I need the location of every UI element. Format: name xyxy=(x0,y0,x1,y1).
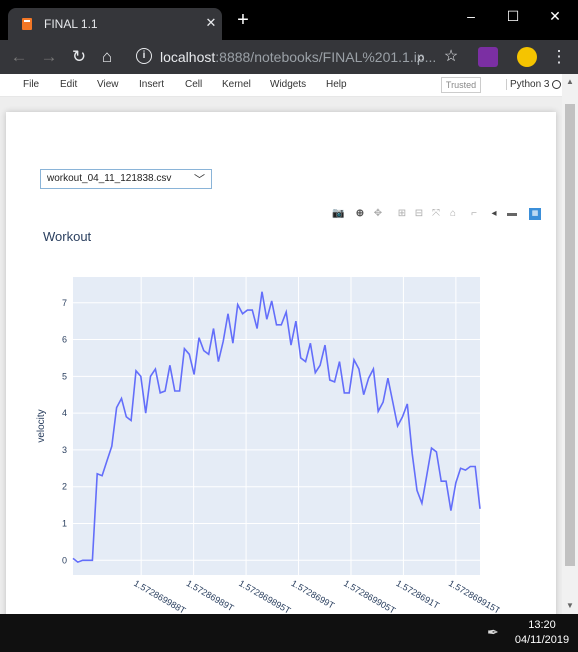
profile-avatar[interactable] xyxy=(517,47,537,67)
menu-dots-icon[interactable]: ⋮ xyxy=(548,46,570,68)
menu-insert[interactable]: Insert xyxy=(139,79,164,90)
home-icon[interactable]: ⌂ xyxy=(96,46,118,68)
tab-close-icon[interactable]: ✕ xyxy=(203,14,219,32)
camera-icon[interactable]: 📷 xyxy=(332,208,344,220)
forward-arrow-icon[interactable]: → xyxy=(38,46,60,68)
x-tick-label: 1.572869905T xyxy=(342,578,398,614)
new-tab-button[interactable]: + xyxy=(234,10,252,30)
title-bar: FINAL 1.1 ✕ + – ☐ ✕ xyxy=(0,0,578,40)
reload-icon[interactable]: ↻ xyxy=(68,46,90,68)
url-text: localhost:8888/notebooks/FINAL%201.1.ip.… xyxy=(160,49,437,65)
pan-icon[interactable]: ✥ xyxy=(372,208,384,220)
menu-widgets[interactable]: Widgets xyxy=(270,79,306,90)
spike-lines-icon[interactable]: ⌐ xyxy=(468,208,480,220)
clock-date: 04/11/2019 xyxy=(514,634,570,646)
browser-window: FINAL 1.1 ✕ + – ☐ ✕ ← → ↻ ⌂ i localhost:… xyxy=(0,0,578,652)
x-tick-label: 1.572869895T xyxy=(237,578,293,614)
velocity-line-chart[interactable]: 0 1 2 3 4 5 6 7 1.572869988T1.57286989T 1.5728698… xyxy=(30,272,500,614)
kernel-name: Python 3 xyxy=(506,79,549,90)
x-tick-label: 1.572869988T xyxy=(132,578,188,614)
y-tick-label: 5 xyxy=(62,371,67,381)
menu-view[interactable]: View xyxy=(97,79,119,90)
x-tick-label: 1.572869915T xyxy=(447,578,500,614)
kernel-status-icon xyxy=(552,80,561,89)
y-tick-label: 3 xyxy=(62,445,67,455)
clock-time: 13:20 xyxy=(528,619,556,631)
browser-toolbar: ← → ↻ ⌂ i localhost:8888/notebooks/FINAL… xyxy=(0,40,578,74)
file-select-dropdown[interactable]: workout_04_11_121838.csv ﹀ xyxy=(40,169,212,189)
menu-file[interactable]: File xyxy=(23,79,39,90)
y-axis-label: velocity xyxy=(36,409,47,442)
system-clock[interactable]: 13:20 04/11/2019 xyxy=(510,618,574,648)
maximize-button[interactable]: ☐ xyxy=(498,6,528,26)
menu-edit[interactable]: Edit xyxy=(60,79,77,90)
chevron-down-icon: ﹀ xyxy=(194,174,205,186)
plotly-logo-icon[interactable]: ▦ xyxy=(529,208,541,220)
trusted-badge[interactable]: Trusted xyxy=(441,77,481,93)
dropdown-value: workout_04_11_121838.csv xyxy=(47,173,172,184)
y-tick-label: 0 xyxy=(62,555,67,565)
windows-taskbar: ✒ 13:20 04/11/2019 xyxy=(0,614,578,652)
zoom-in-icon[interactable]: ⊞ xyxy=(396,208,408,220)
y-tick-label: 7 xyxy=(62,298,67,308)
hover-closest-icon[interactable]: ◂ xyxy=(488,208,500,220)
zoom-out-icon[interactable]: ⊟ xyxy=(413,208,425,220)
tab-title: FINAL 1.1 xyxy=(44,17,98,31)
menu-cell[interactable]: Cell xyxy=(185,79,202,90)
jupyter-menubar: File Edit View Insert Cell Kernel Widget… xyxy=(0,74,562,97)
reset-axes-icon[interactable]: ⌂ xyxy=(447,208,459,220)
hover-compare-icon[interactable]: ▬ xyxy=(506,208,518,220)
x-tick-label: 1.57286989T xyxy=(185,578,236,613)
bookmark-star-icon[interactable]: ☆ xyxy=(440,46,462,68)
close-window-button[interactable]: ✕ xyxy=(540,6,570,26)
menu-help[interactable]: Help xyxy=(326,79,347,90)
onenote-extension-icon[interactable] xyxy=(478,47,498,67)
x-tick-label: 1.5728691T xyxy=(394,578,441,611)
minimize-button[interactable]: – xyxy=(456,6,486,26)
zoom-magnifier-icon[interactable]: ⌕ xyxy=(410,46,432,68)
pen-tray-icon[interactable]: ✒ xyxy=(487,624,499,641)
y-tick-label: 1 xyxy=(62,518,67,528)
zoom-icon[interactable]: ⊕ xyxy=(354,208,366,220)
jupyter-book-icon xyxy=(22,18,32,30)
x-tick-label: 1.5728699T xyxy=(290,578,337,611)
jupyter-page: File Edit View Insert Cell Kernel Widget… xyxy=(0,74,562,614)
browser-tab[interactable]: FINAL 1.1 ✕ xyxy=(8,8,222,40)
y-tick-label: 4 xyxy=(62,408,67,418)
scroll-up-icon[interactable]: ▲ xyxy=(565,77,575,87)
page-scrollbar[interactable]: ▲ ▼ xyxy=(562,74,578,614)
y-tick-label: 2 xyxy=(62,482,67,492)
scroll-thumb[interactable] xyxy=(565,104,575,566)
autoscale-icon[interactable]: ⤧ xyxy=(430,208,442,220)
site-info-icon[interactable]: i xyxy=(136,48,152,64)
plot-title: Workout xyxy=(43,229,92,244)
scroll-down-icon[interactable]: ▼ xyxy=(565,601,575,611)
back-arrow-icon[interactable]: ← xyxy=(8,46,30,68)
menu-kernel[interactable]: Kernel xyxy=(222,79,251,90)
y-tick-label: 6 xyxy=(62,335,67,345)
